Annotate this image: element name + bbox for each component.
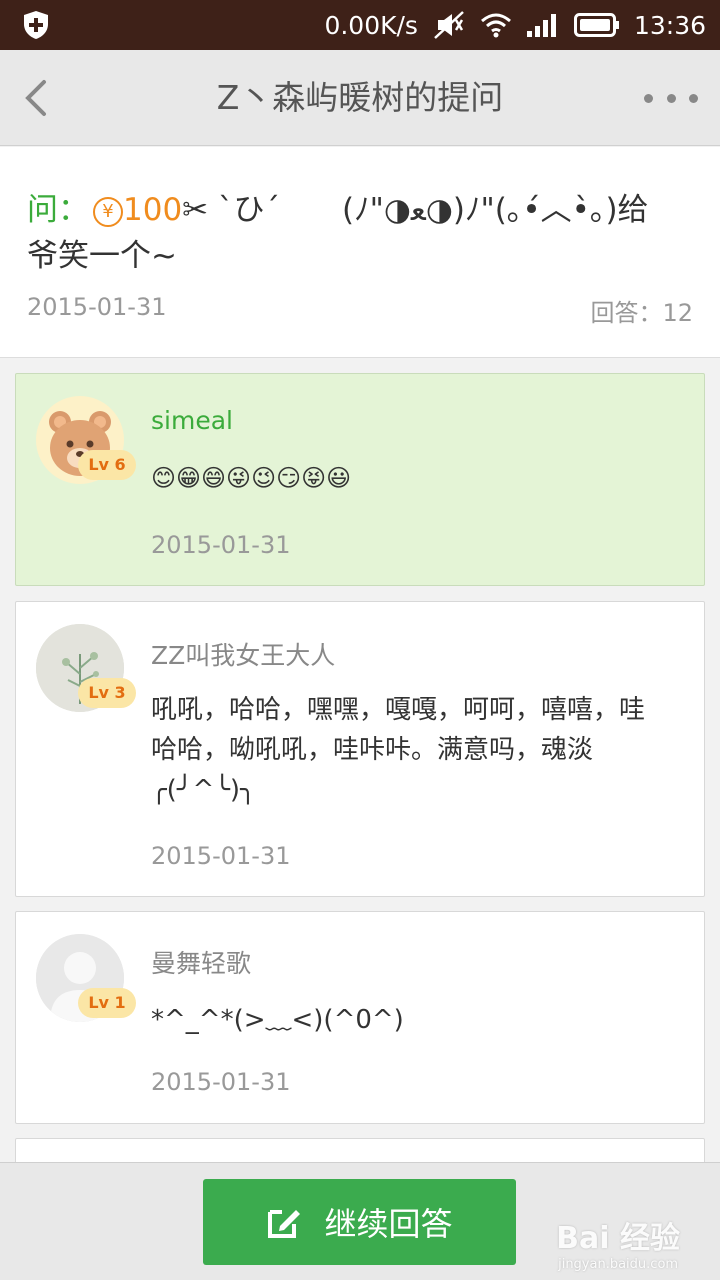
answer-text: 😊😁😄😜😉😏😝😃 <box>151 464 352 492</box>
answer-username[interactable]: ZZ叫我女王大人 <box>151 636 335 672</box>
signal-icon <box>526 14 556 37</box>
answer-card-best[interactable]: Lv 6 simeal 😊😁😄😜😉😏😝😃 2015-01-31 <box>15 373 705 586</box>
status-bar: 0.00K/s 13:36 <box>0 0 720 50</box>
bottom-bar: 继续回答 Bai 经验 jingyan.baidu.com <box>0 1162 720 1280</box>
answer-date: 2015-01-31 <box>151 531 291 559</box>
continue-answer-label: 继续回答 <box>324 1205 453 1243</box>
battery-icon <box>573 13 619 37</box>
answer-card[interactable]: Lv 1 曼舞轻歌 *^_^*(>﹏<)(^0^) 2015-01-31 <box>15 911 705 1124</box>
continue-answer-button[interactable]: 继续回答 <box>203 1179 516 1265</box>
title-bar: Z丶森屿暖树的提问 <box>0 50 720 146</box>
question-prefix: 问： <box>27 192 89 228</box>
mute-icon <box>434 11 464 39</box>
level-badge: Lv 3 <box>78 678 136 708</box>
answer-date: 2015-01-31 <box>151 1068 291 1096</box>
clock: 13:36 <box>633 10 706 40</box>
baidu-jingyan-watermark: Bai 经验 jingyan.baidu.com <box>556 1221 680 1272</box>
reward-amount: 100 <box>123 192 183 228</box>
question-text: 问： ¥100✂ ˋひˊ (ﾉ"◑ﻌ◑)ﾉ"(｡•́︿•̀｡)给爷笑一个~ <box>27 187 677 279</box>
answer-username[interactable]: simeal <box>151 406 233 435</box>
question-block: 问： ¥100✂ ˋひˊ (ﾉ"◑ﻌ◑)ﾉ"(｡•́︿•̀｡)给爷笑一个~ 201… <box>0 147 720 358</box>
answer-username[interactable]: 曼舞轻歌 <box>151 944 251 980</box>
answer-count: 回答：12 <box>590 299 693 327</box>
answer-text: 吼吼，哈哈，嘿嘿，嘎嘎，呵呵，嘻嘻，哇哈哈，呦吼吼，哇咔咔。满意吗，魂淡 ╭(╯… <box>151 695 646 805</box>
edit-icon <box>268 1210 301 1238</box>
network-speed: 0.00K/s <box>324 10 418 40</box>
wifi-icon <box>480 13 511 38</box>
level-badge: Lv 6 <box>78 450 136 480</box>
shield-plus-icon <box>24 11 48 39</box>
answer-card[interactable]: Lv 3 ZZ叫我女王大人 吼吼，哈哈，嘿嘿，嘎嘎，呵呵，嘻嘻，哇哈哈，呦吼吼，… <box>15 601 705 897</box>
coin-icon: ¥ <box>93 197 123 227</box>
answer-date: 2015-01-31 <box>151 842 291 870</box>
more-dots-icon[interactable] <box>644 80 698 116</box>
level-badge: Lv 1 <box>78 988 136 1018</box>
question-date: 2015-01-31 <box>27 293 167 321</box>
page-title: Z丶森屿暖树的提问 <box>216 78 504 117</box>
chevron-left-icon[interactable] <box>18 78 58 118</box>
answer-text: *^_^*(>﹏<)(^0^) <box>151 1005 404 1035</box>
